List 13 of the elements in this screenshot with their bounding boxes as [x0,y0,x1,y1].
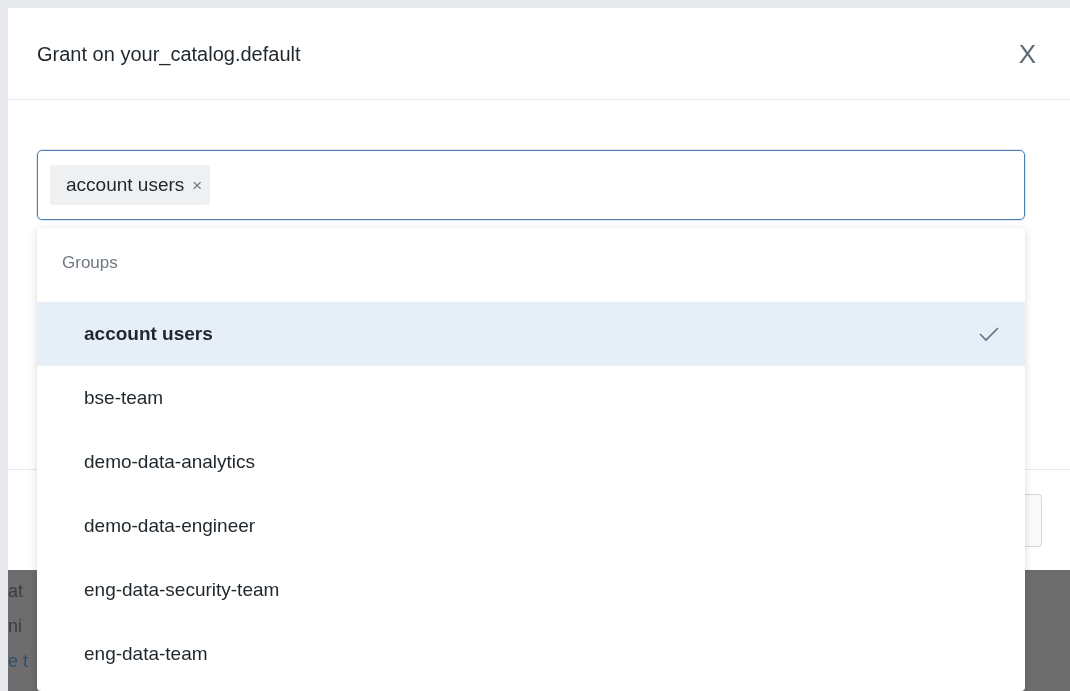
group-option[interactable]: account users [37,302,1025,366]
principal-field[interactable]: account users × [37,150,1025,220]
group-option[interactable]: eng-data-security-team [37,558,1025,622]
section-heading: Groups [62,252,118,274]
check-icon [979,326,999,342]
group-option[interactable]: demo-data-engineer [37,494,1025,558]
close-button[interactable]: X [1014,40,1040,67]
group-option[interactable]: eng-data-team [37,622,1025,686]
group-option[interactable]: demo-data-analytics [37,430,1025,494]
group-option[interactable]: bse-team [37,366,1025,430]
remove-tag-button[interactable]: × [192,176,203,194]
tag-label: account users [66,172,185,197]
dialog-title: Grant on your_catalog.default [37,41,301,66]
